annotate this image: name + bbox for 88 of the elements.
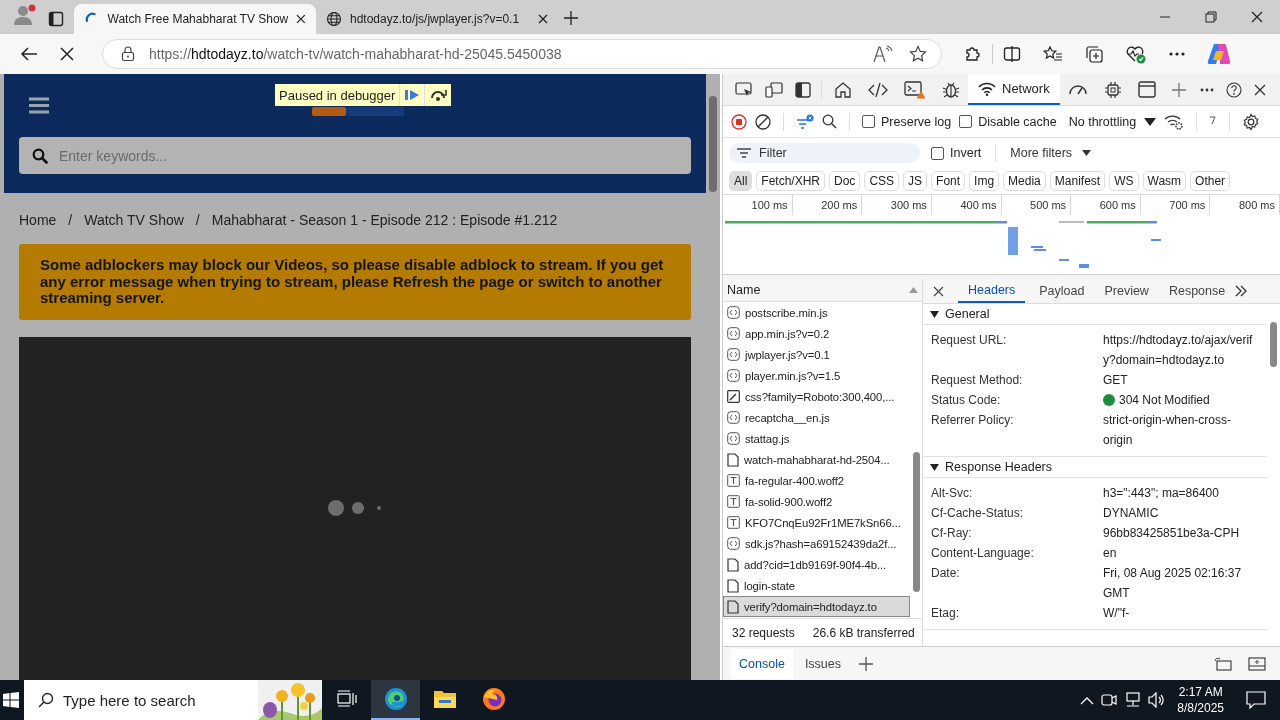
request-row[interactable]: stattag.js: [723, 428, 910, 449]
header-value: GET: [1103, 372, 1128, 389]
header-name: Status Code:: [931, 392, 1002, 409]
debugger-paused-label: Paused in debugger: [278, 87, 397, 103]
header-name: Content-Language:: [931, 545, 1035, 562]
request-row[interactable]: fa-solid-900.woff2: [723, 491, 910, 512]
request-row[interactable]: jwplayer.js?v=0.1: [723, 344, 910, 365]
time-tick-label: 700 ms: [1169, 199, 1206, 211]
drawer-tab[interactable]: Issues: [796, 648, 849, 679]
time-tick-label: 300 ms: [890, 199, 927, 211]
request-row[interactable]: add?cid=1db9169f-90f4-4b...: [723, 554, 910, 575]
type-filter-chip[interactable]: WS: [1109, 171, 1139, 191]
header-name: Etag:: [931, 605, 961, 622]
detail-tab[interactable]: Preview: [1094, 280, 1159, 302]
header-name: Request Method:: [931, 372, 1024, 389]
header-value: 96bb83425851be3a-CPH: [1103, 525, 1240, 542]
header-value: strict-origin-when-cross-origin: [1103, 412, 1233, 449]
header-value: https://hdtodayz.to/ajax/verify?domain=hdtodayz.to: [1103, 332, 1254, 369]
breadcrumb-link[interactable]: Home: [19, 212, 57, 228]
header-name: Referrer Policy:: [931, 412, 1015, 429]
type-filter-chip[interactable]: Fetch/XHR: [756, 171, 826, 191]
clock-date[interactable]: 8/8/2025: [1177, 700, 1224, 716]
time-tick-label: 600 ms: [1099, 199, 1136, 211]
request-row[interactable]: sdk.js?hash=a69152439da2f...: [723, 533, 910, 554]
header-value: DYNAMIC: [1103, 505, 1159, 522]
taskbar-search-box[interactable]: Type here to search: [24, 680, 322, 720]
checkbox[interactable]: Disable cache: [959, 114, 1057, 129]
type-filter-chip[interactable]: All: [729, 171, 753, 191]
summary-text: 32 requests: [732, 625, 795, 640]
type-filter-chip[interactable]: CSS: [864, 171, 900, 191]
request-row[interactable]: watch-mahabharat-hd-2504...: [723, 449, 910, 470]
request-row[interactable]: KFO7CnqEu92Fr1ME7kSn66...: [723, 512, 910, 533]
detail-tab[interactable]: Payload: [1029, 280, 1095, 302]
breadcrumb-link[interactable]: Watch TV Show: [84, 212, 184, 228]
checkbox[interactable]: Invert: [931, 146, 982, 160]
summary-text: 26.6 kB transferred: [812, 625, 915, 640]
request-row[interactable]: postscribe.min.js: [723, 302, 910, 323]
request-row[interactable]: recaptcha__en.js: [723, 407, 910, 428]
type-filter-chip[interactable]: Font: [931, 171, 966, 191]
header-name: Alt-Svc:: [931, 485, 974, 502]
url-text: https://hdtodayz.to/watch-tv/watch-mahabharat-hd-25045.5450038: [149, 46, 562, 62]
section-header[interactable]: General: [923, 304, 1267, 325]
request-row[interactable]: player.min.js?v=1.5: [723, 365, 910, 386]
time-tick-label: 100 ms: [751, 199, 788, 211]
breadcrumb-separator: /: [195, 212, 200, 228]
section-header[interactable]: Response Headers: [923, 457, 1267, 478]
request-row[interactable]: fa-regular-400.woff2: [723, 470, 910, 491]
time-tick-label: 400 ms: [960, 199, 997, 211]
devtools-tab[interactable]: Network: [968, 74, 1060, 105]
type-filter-chip[interactable]: Wasm: [1142, 171, 1187, 191]
address-field[interactable]: https://hdtodayz.to/watch-tv/watch-mahabharat-hd-25045.5450038: [102, 39, 942, 69]
time-tick-label: 500 ms: [1030, 199, 1067, 211]
header-value: en: [1103, 545, 1117, 562]
filter-field[interactable]: Filter: [729, 143, 920, 163]
type-filter-chip[interactable]: JS: [903, 171, 928, 191]
request-row[interactable]: app.min.js?v=0.2: [723, 323, 910, 344]
type-filter-chip[interactable]: Manifest: [1049, 171, 1106, 191]
column-header[interactable]: Name: [727, 283, 761, 297]
breadcrumb-link[interactable]: Mahabharat - Season 1 - Episode 212 : Episode #1.212: [211, 212, 558, 228]
header-name: Request URL:: [931, 332, 1008, 349]
header-value: W/"f-: [1103, 605, 1130, 622]
clock-time[interactable]: 2:17 AM: [1178, 684, 1223, 700]
detail-tab[interactable]: Headers: [958, 279, 1026, 303]
time-tick-label: 200 ms: [821, 199, 858, 211]
browser-tab[interactable]: Watch Free Mahabharat TV Show: [74, 4, 316, 34]
header-value: h3=":443"; ma=86400: [1103, 485, 1219, 502]
browser-tab[interactable]: hdtodayz.to/js/jwplayer.js?v=0.1: [316, 4, 558, 34]
type-filter-chip[interactable]: Doc: [829, 171, 861, 191]
header-name: Date:: [931, 565, 961, 582]
checkbox[interactable]: Preserve log: [862, 114, 952, 129]
adblock-notice: Some adblockers may block our Videos, so please disable adblock to stream. If you get any error message when trying to stream, please Refresh the page or switch to another streaming server.: [19, 244, 691, 320]
request-row[interactable]: login-state: [723, 575, 910, 596]
detail-tab[interactable]: Response: [1158, 280, 1236, 302]
search-field[interactable]: Enter keywords...: [19, 137, 691, 174]
drawer-tab[interactable]: Console: [731, 648, 793, 679]
header-value: 304 Not Modified: [1119, 392, 1210, 409]
type-filter-chip[interactable]: Media: [1003, 171, 1046, 191]
header-name: Cf-Cache-Status:: [931, 505, 1025, 522]
type-filter-chip[interactable]: Img: [969, 171, 1000, 191]
more-filters-dropdown[interactable]: More filters: [1010, 146, 1073, 160]
request-row[interactable]: css?family=Roboto:300,400,...: [723, 386, 910, 407]
request-row[interactable]: verify?domain=hdtodayz.to: [723, 596, 910, 617]
time-tick-label: 800 ms: [1238, 199, 1275, 211]
type-filter-chip[interactable]: Other: [1190, 171, 1231, 191]
header-name: Cf-Ray:: [931, 525, 973, 542]
breadcrumb-separator: /: [68, 212, 73, 228]
throttling-dropdown[interactable]: No throttling: [1068, 114, 1137, 129]
header-value: Fri, 08 Aug 2025 02:16:37 GMT: [1103, 565, 1243, 602]
